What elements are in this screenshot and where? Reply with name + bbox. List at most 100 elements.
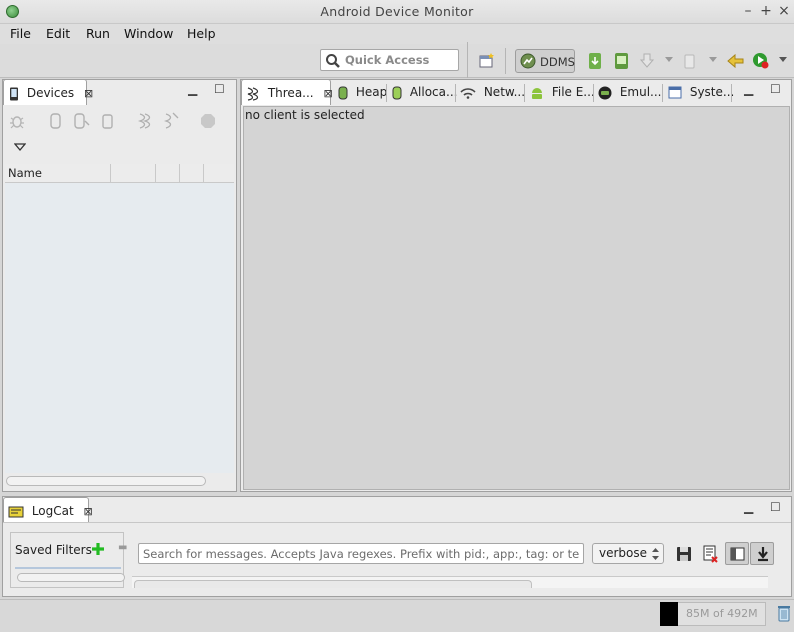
emulator-icon — [598, 86, 612, 99]
tab-separator — [455, 84, 456, 102]
tab-label: Heap — [355, 85, 388, 99]
trash-icon[interactable] — [777, 604, 791, 622]
quick-access-field[interactable]: Quick Access — [320, 49, 459, 71]
tab-label: Emul... — [619, 85, 662, 99]
android-icon — [532, 87, 542, 99]
run-debug-icon[interactable] — [751, 51, 771, 71]
devices-list[interactable] — [5, 183, 234, 473]
view-menu-icon[interactable] — [14, 142, 26, 152]
horizontal-scrollbar[interactable] — [6, 476, 206, 486]
chevron-down-icon[interactable] — [664, 56, 674, 64]
menu-bar: File Edit Run Window Help — [0, 24, 794, 44]
devices-tab-label: Devices — [26, 86, 75, 100]
minimize-view-icon[interactable]: ▁ — [744, 500, 753, 514]
tab-emulator-control[interactable]: Emul... — [598, 79, 661, 105]
install-apk-icon[interactable] — [586, 51, 606, 71]
column-header-name[interactable]: Name — [8, 166, 42, 180]
minimize-view-icon[interactable]: ▁ — [188, 82, 197, 96]
scroll-lock-button[interactable] — [750, 542, 774, 565]
heap-icon — [338, 86, 348, 99]
threads-view-content — [243, 106, 790, 490]
panel-divider — [3, 522, 791, 523]
gc-icon[interactable] — [101, 112, 115, 130]
tab-heap[interactable]: Heap — [335, 79, 387, 105]
close-icon[interactable]: ⊠ — [84, 87, 93, 100]
stop-process-icon[interactable] — [200, 113, 216, 129]
clear-log-icon[interactable] — [701, 545, 719, 563]
maximize-view-icon[interactable]: ☐ — [214, 82, 225, 96]
remove-filter-icon[interactable]: ▬ — [118, 542, 127, 553]
column-divider[interactable] — [203, 164, 204, 183]
close-icon[interactable]: × — [776, 3, 792, 19]
tab-label: File E... — [551, 85, 595, 99]
horizontal-scrollbar[interactable] — [134, 580, 532, 588]
tab-allocation[interactable]: Alloca... — [392, 79, 457, 105]
tab-label: Alloca... — [409, 85, 458, 99]
allocation-icon — [392, 86, 402, 99]
horizontal-scrollbar[interactable] — [17, 573, 125, 582]
menu-edit[interactable]: Edit — [46, 26, 70, 41]
ddms-label: DDMS — [540, 55, 575, 69]
log-level-select[interactable]: verbose — [592, 543, 664, 564]
tab-network[interactable]: Netw... — [460, 79, 525, 105]
tab-system-information[interactable]: Syste... — [668, 79, 734, 105]
close-icon[interactable]: ⊠ — [84, 505, 93, 518]
minimize-icon[interactable]: – — [740, 3, 756, 19]
title-bar: Android Device Monitor – + × — [0, 0, 794, 24]
toggle-filters-button[interactable] — [725, 542, 749, 565]
menu-help[interactable]: Help — [187, 26, 216, 41]
device-screenshot-icon[interactable] — [612, 51, 632, 71]
dump-heap-icon[interactable] — [73, 112, 91, 130]
heap-usage-fill — [660, 602, 678, 626]
logcat-icon — [8, 506, 24, 517]
chevron-down-icon[interactable] — [778, 56, 788, 64]
scroll-to-end-icon — [758, 547, 768, 562]
start-tracing-icon[interactable] — [680, 51, 700, 71]
network-icon — [460, 87, 476, 99]
menu-run[interactable]: Run — [86, 26, 110, 41]
column-divider[interactable] — [110, 164, 111, 183]
maximize-view-icon[interactable]: ☐ — [770, 82, 781, 96]
search-icon — [326, 54, 340, 68]
menu-window[interactable]: Window — [124, 26, 173, 41]
empty-state-message: no client is selected — [245, 108, 365, 122]
logcat-search-input[interactable] — [138, 543, 584, 564]
system-icon — [668, 86, 682, 99]
debug-bug-icon[interactable] — [8, 112, 26, 130]
chevron-down-icon[interactable] — [708, 56, 718, 64]
add-filter-icon[interactable] — [91, 542, 105, 556]
ddms-perspective-button[interactable]: DDMS — [515, 49, 575, 73]
dump-hprof-icon[interactable] — [638, 51, 658, 71]
threads-icon — [247, 86, 259, 101]
toolbar-separator — [467, 42, 468, 78]
minimize-view-icon[interactable]: ▁ — [744, 82, 753, 96]
saved-filters-pane: Saved Filters ▬ — [10, 532, 127, 588]
menu-file[interactable]: File — [10, 26, 31, 41]
logcat-tab-label: LogCat — [31, 504, 74, 518]
tab-label: Netw... — [483, 85, 526, 99]
quick-access-placeholder: Quick Access — [345, 53, 430, 67]
close-icon[interactable]: ⊠ — [323, 87, 332, 100]
devices-table-header: Name — [5, 164, 234, 183]
tab-label: Syste... — [689, 85, 735, 99]
tab-file-explorer[interactable]: File E... — [530, 79, 595, 105]
tab-logcat[interactable]: LogCat ⊠ — [3, 497, 93, 523]
tab-separator — [662, 84, 663, 102]
open-perspective-icon[interactable] — [478, 52, 496, 70]
back-navigation-icon[interactable] — [726, 51, 746, 71]
tab-separator — [593, 84, 594, 102]
method-profiling-icon[interactable] — [163, 111, 181, 131]
tab-devices[interactable]: Devices ⊠ — [3, 79, 93, 105]
save-icon[interactable] — [675, 545, 693, 563]
column-divider[interactable] — [179, 164, 180, 183]
toolbar-separator — [505, 48, 506, 74]
heap-update-icon[interactable] — [49, 112, 63, 130]
maximize-view-icon[interactable]: ☐ — [770, 500, 781, 514]
column-divider[interactable] — [155, 164, 156, 183]
ddms-icon — [520, 53, 536, 69]
thread-update-icon[interactable] — [137, 111, 155, 131]
spinner-arrows-icon — [652, 548, 659, 560]
maximize-icon[interactable]: + — [758, 3, 774, 19]
log-level-value: verbose — [599, 546, 648, 560]
tab-threads[interactable]: Threa... ⊠ — [241, 79, 333, 105]
